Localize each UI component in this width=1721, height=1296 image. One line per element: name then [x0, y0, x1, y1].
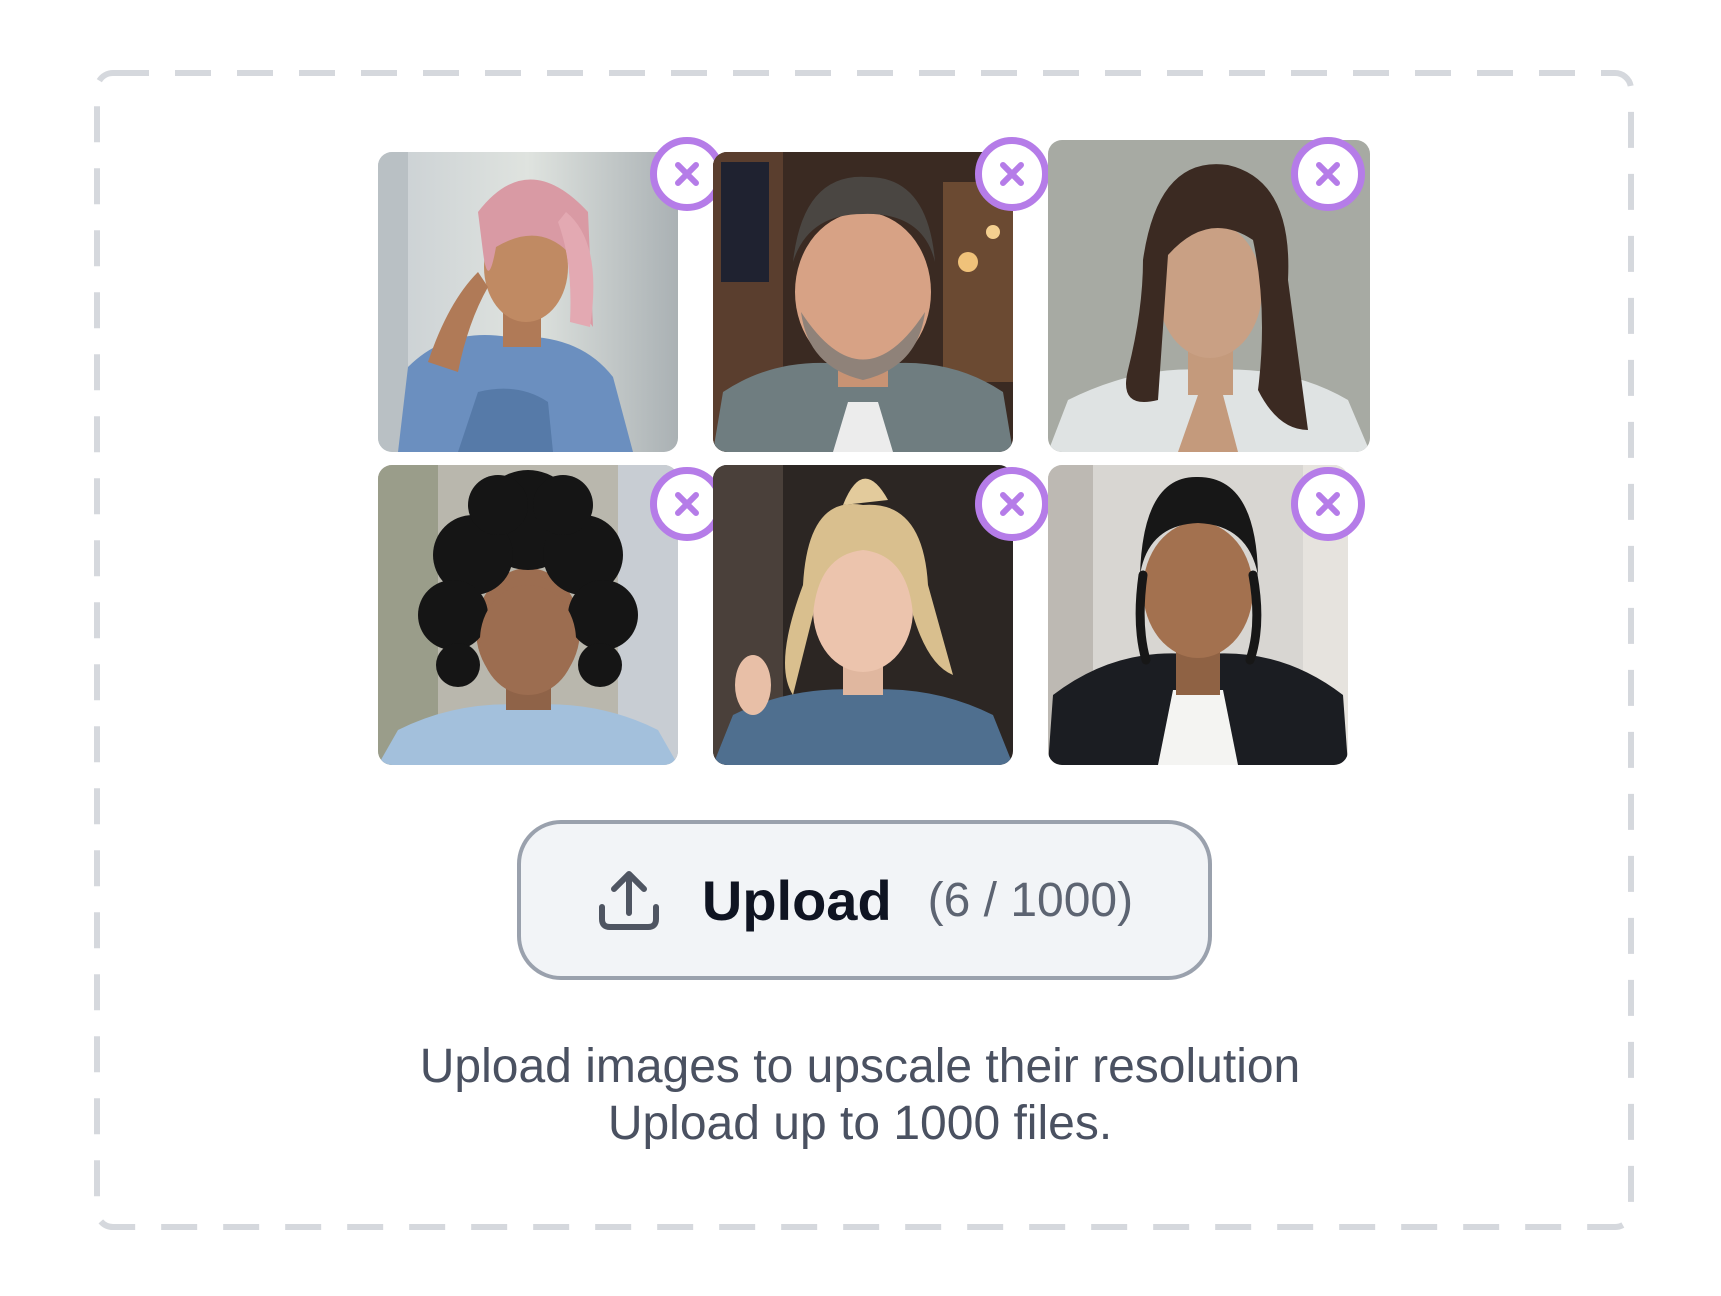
thumbnail-image: [378, 152, 678, 452]
thumbnail-image: [713, 465, 1013, 765]
helper-text-line-1: Upload images to upscale their resolutio…: [419, 1040, 1301, 1093]
close-icon: [1000, 162, 1024, 186]
upload-arrow-icon: [598, 871, 659, 930]
close-icon: [675, 162, 699, 186]
portrait-pink-hair: [378, 152, 678, 452]
upload-button-label: Upload: [701, 868, 892, 932]
close-icon: [1316, 492, 1340, 516]
upload-button[interactable]: Upload (6 / 1000): [517, 820, 1212, 980]
thumbnail-image: [713, 152, 1013, 452]
portrait-grey-hair-man: [713, 152, 1013, 452]
remove-image-button[interactable]: [975, 137, 1049, 211]
portrait-curly-hair: [378, 465, 678, 765]
portrait-blonde-ponytail: [713, 465, 1013, 765]
upload-file-count: (6 / 1000): [927, 873, 1134, 927]
helper-text-line-2: Upload up to 1000 files.: [607, 1097, 1113, 1150]
remove-image-button[interactable]: [1291, 467, 1365, 541]
close-icon: [1000, 492, 1024, 516]
thumbnail-image: [378, 465, 678, 765]
close-icon: [1316, 162, 1340, 186]
remove-image-button[interactable]: [975, 467, 1049, 541]
remove-image-button[interactable]: [1291, 137, 1365, 211]
close-icon: [675, 492, 699, 516]
